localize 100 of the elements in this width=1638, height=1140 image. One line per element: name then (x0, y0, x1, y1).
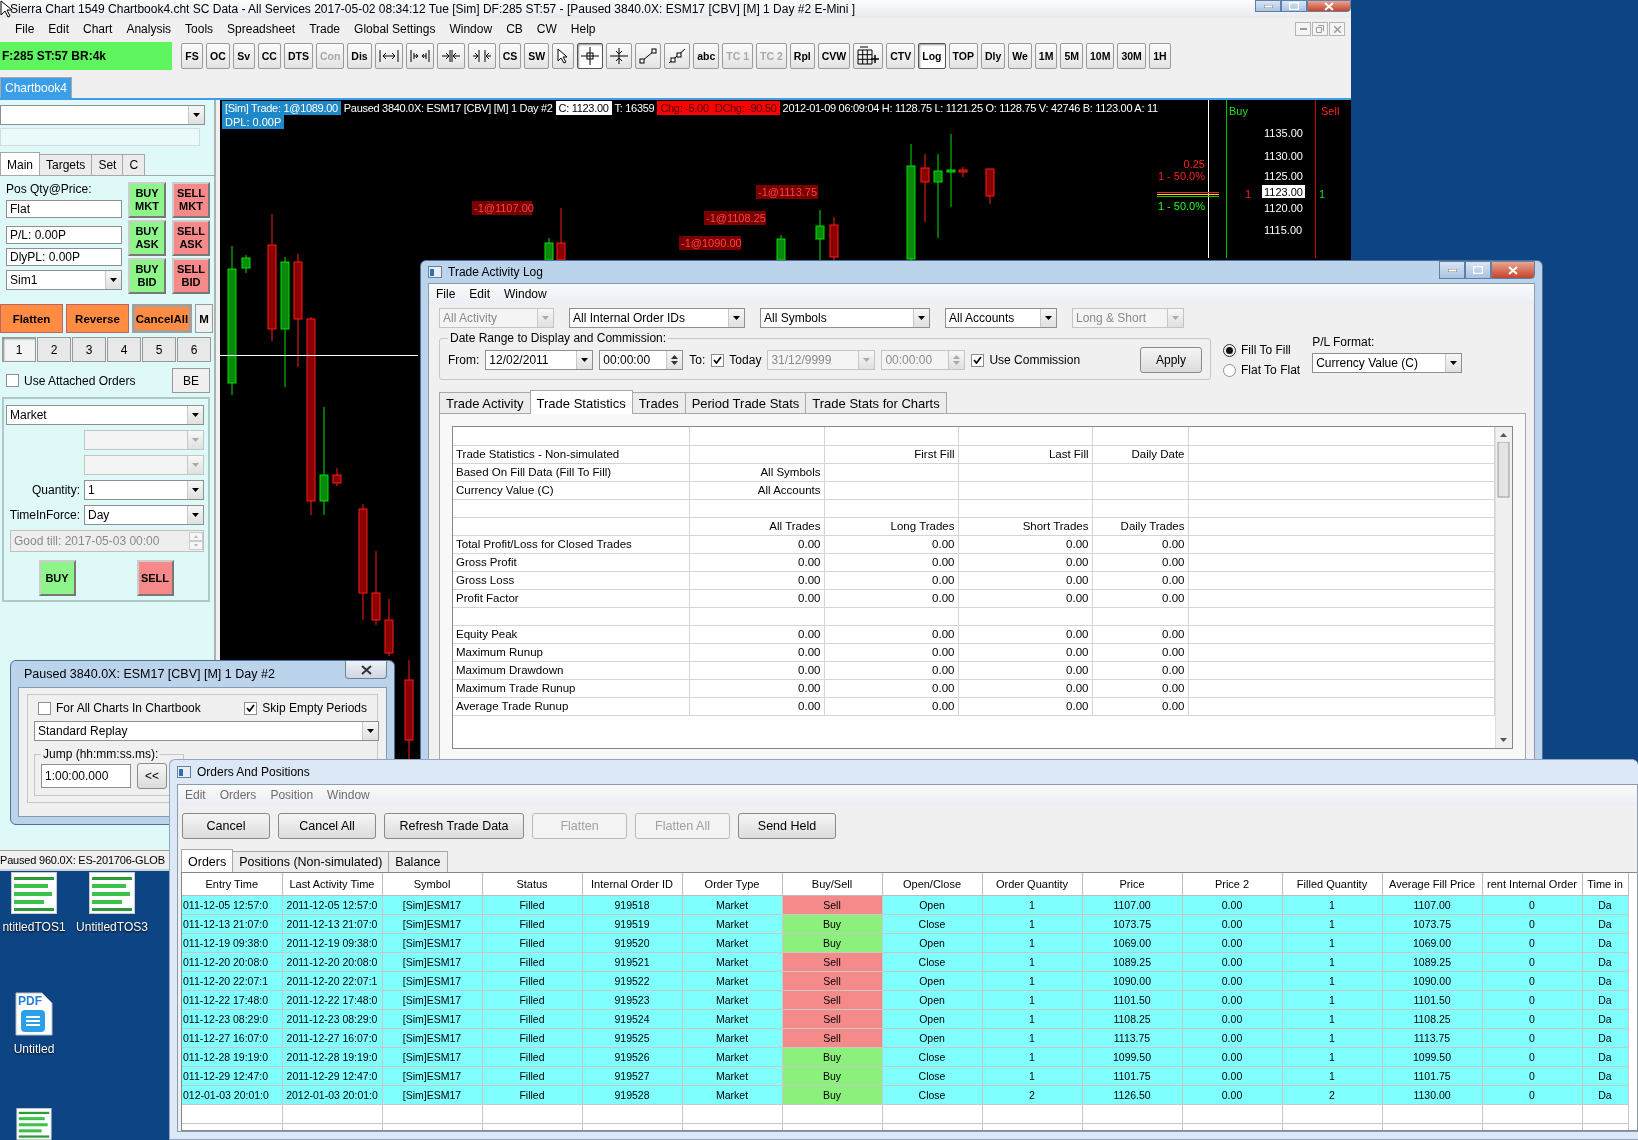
toolbar-button[interactable]: CVW (817, 43, 851, 69)
toolbar-button[interactable]: OC (206, 43, 230, 69)
column-header[interactable]: Buy/Sell (782, 873, 882, 895)
toolbar-button[interactable]: Cancel (182, 813, 270, 839)
menu-item[interactable]: Position (263, 788, 321, 802)
menu-item[interactable]: Tools (178, 22, 221, 36)
column-header[interactable]: Symbol (382, 873, 482, 895)
toolbar-button[interactable]: 30M (1117, 43, 1146, 69)
quantity-button[interactable]: 4 (107, 337, 141, 362)
column-header[interactable]: Order Quantity (982, 873, 1082, 895)
menu-item[interactable]: Orders (212, 788, 264, 802)
tab[interactable]: Trade Stats for Charts (805, 392, 947, 414)
sell-button[interactable]: SELL BID (172, 258, 210, 294)
restore-button[interactable] (1312, 22, 1328, 36)
toolbar-button[interactable] (853, 43, 884, 69)
column-header[interactable]: Last Activity Time (282, 873, 382, 895)
apply-button[interactable]: Apply (1140, 347, 1202, 373)
toolbar-button[interactable]: Dis (347, 43, 372, 69)
toolbar-button[interactable]: Refresh Trade Data (384, 813, 524, 839)
toolbar-button[interactable]: Dly (980, 43, 1006, 69)
quantity-button[interactable]: 3 (72, 337, 106, 362)
buy-button[interactable]: BUY MKT (128, 182, 166, 218)
desktop-icon-label[interactable]: UntitledTOS3 (76, 920, 148, 934)
toolbar-button[interactable]: We (1008, 43, 1032, 69)
time-field[interactable]: 00:00:00 (599, 350, 684, 370)
toolbar-button[interactable]: CTV (886, 43, 916, 69)
action-button[interactable]: M (195, 304, 213, 333)
menu-item[interactable]: Window (497, 287, 554, 301)
buy-button[interactable]: BUY (38, 560, 76, 596)
column-header[interactable]: Status (482, 873, 582, 895)
toolbar-button[interactable]: CS (498, 43, 522, 69)
close-button[interactable] (1307, 0, 1351, 12)
column-header[interactable]: Internal Order ID (582, 873, 682, 895)
menu-item[interactable]: Edit (462, 287, 498, 301)
tab[interactable]: Targets (39, 154, 93, 175)
tab[interactable]: Positions (Non-simulated) (232, 851, 390, 872)
tab[interactable]: Main (0, 152, 40, 175)
tab[interactable]: Orders (181, 849, 234, 872)
column-header[interactable]: rent Internal Order (1482, 873, 1582, 895)
toolbar-button[interactable]: CC (257, 43, 281, 69)
column-header[interactable]: Price (1082, 873, 1182, 895)
sell-button[interactable]: SELL (136, 560, 174, 596)
menu-item[interactable]: Window (320, 788, 377, 802)
close-button[interactable] (1491, 261, 1535, 279)
desktop-icon-label[interactable]: Untitled (13, 1042, 55, 1056)
minimize-button[interactable] (1295, 22, 1311, 36)
account-dropdown[interactable]: Sim1 (6, 270, 122, 290)
order-type-dropdown[interactable]: Market (6, 405, 204, 425)
toolbar-button[interactable]: Sv (232, 43, 255, 69)
tab[interactable]: Balance (388, 851, 448, 872)
minimize-button[interactable] (1439, 261, 1465, 279)
replay-mode-dropdown[interactable]: Standard Replay (34, 721, 379, 741)
column-header[interactable]: Filled Quantity (1282, 873, 1382, 895)
menu-item[interactable]: Trade (302, 22, 348, 36)
quantity-button[interactable]: 2 (37, 337, 71, 362)
action-button[interactable]: Flatten (0, 304, 63, 333)
toolbar-button[interactable]: SW (524, 43, 550, 69)
dropdown[interactable] (0, 105, 205, 125)
menu-item[interactable]: CB (499, 22, 530, 36)
tab[interactable]: Period Trade Stats (684, 392, 807, 414)
toolbar-button[interactable] (577, 43, 604, 69)
menu-item[interactable]: Global Settings (347, 22, 443, 36)
toolbar-button[interactable]: Send Held (738, 813, 836, 839)
quantity-button[interactable]: 6 (177, 337, 211, 362)
toolbar-button[interactable] (552, 43, 575, 69)
maximize-button[interactable] (1281, 0, 1307, 12)
jump-input-field[interactable]: 1:00:00.000 (41, 764, 131, 788)
tab[interactable]: C (122, 154, 146, 175)
toolbar-button[interactable]: Cancel All (278, 813, 376, 839)
pl-format-dropdown[interactable]: Currency Value (C) (1312, 353, 1463, 373)
toolbar-button[interactable]: FS (181, 43, 203, 69)
menu-item[interactable]: Window (442, 22, 500, 36)
checkbox[interactable]: Today (711, 353, 762, 367)
toolbar-button[interactable]: Rpl (789, 43, 815, 69)
toolbar-button[interactable] (635, 43, 662, 69)
checkbox[interactable]: Use Commission (971, 353, 1081, 367)
menu-item[interactable]: File (8, 22, 42, 36)
quantity-dropdown[interactable]: 1 (84, 480, 204, 500)
column-header[interactable]: Price 2 (1182, 873, 1282, 895)
column-header[interactable]: Time in (1582, 873, 1628, 895)
menu-item[interactable]: Analysis (119, 22, 179, 36)
toolbar-button[interactable] (606, 43, 633, 69)
radio-button[interactable]: Flat To Flat (1223, 363, 1301, 377)
column-header[interactable]: Open/Close (882, 873, 982, 895)
toolbar-button[interactable]: 1M (1034, 43, 1058, 69)
filter-dropdown[interactable]: All Accounts (945, 308, 1057, 328)
menu-item[interactable]: Spreadsheet (220, 22, 303, 36)
radio-button[interactable]: Fill To Fill (1223, 343, 1301, 357)
column-header[interactable]: Entry Time (182, 873, 282, 895)
checkbox[interactable]: For All Charts In Chartbook (38, 701, 201, 715)
time-in-force-dropdown[interactable]: Day (84, 505, 204, 525)
toolbar-button[interactable] (664, 43, 691, 69)
filter-dropdown[interactable]: All Symbols (760, 308, 930, 328)
toolbar-button[interactable]: TOP (948, 43, 978, 69)
quantity-button[interactable]: 5 (142, 337, 176, 362)
toolbar-button[interactable]: 10M (1086, 43, 1115, 69)
filter-dropdown[interactable]: All Internal Order IDs (569, 308, 745, 328)
sell-button[interactable]: SELL MKT (172, 182, 210, 218)
toolbar-button[interactable]: 1H (1148, 43, 1171, 69)
sell-button[interactable]: SELL ASK (172, 220, 210, 256)
